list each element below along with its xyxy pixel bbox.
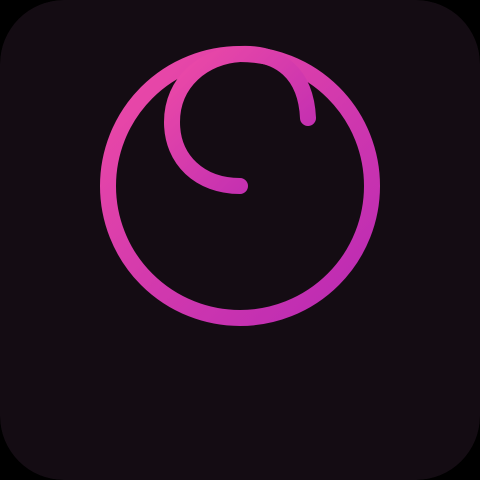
app-icon-tile[interactable] (0, 0, 480, 480)
screen (0, 0, 480, 480)
app-logo-icon (0, 0, 480, 480)
icon-background (0, 0, 480, 480)
